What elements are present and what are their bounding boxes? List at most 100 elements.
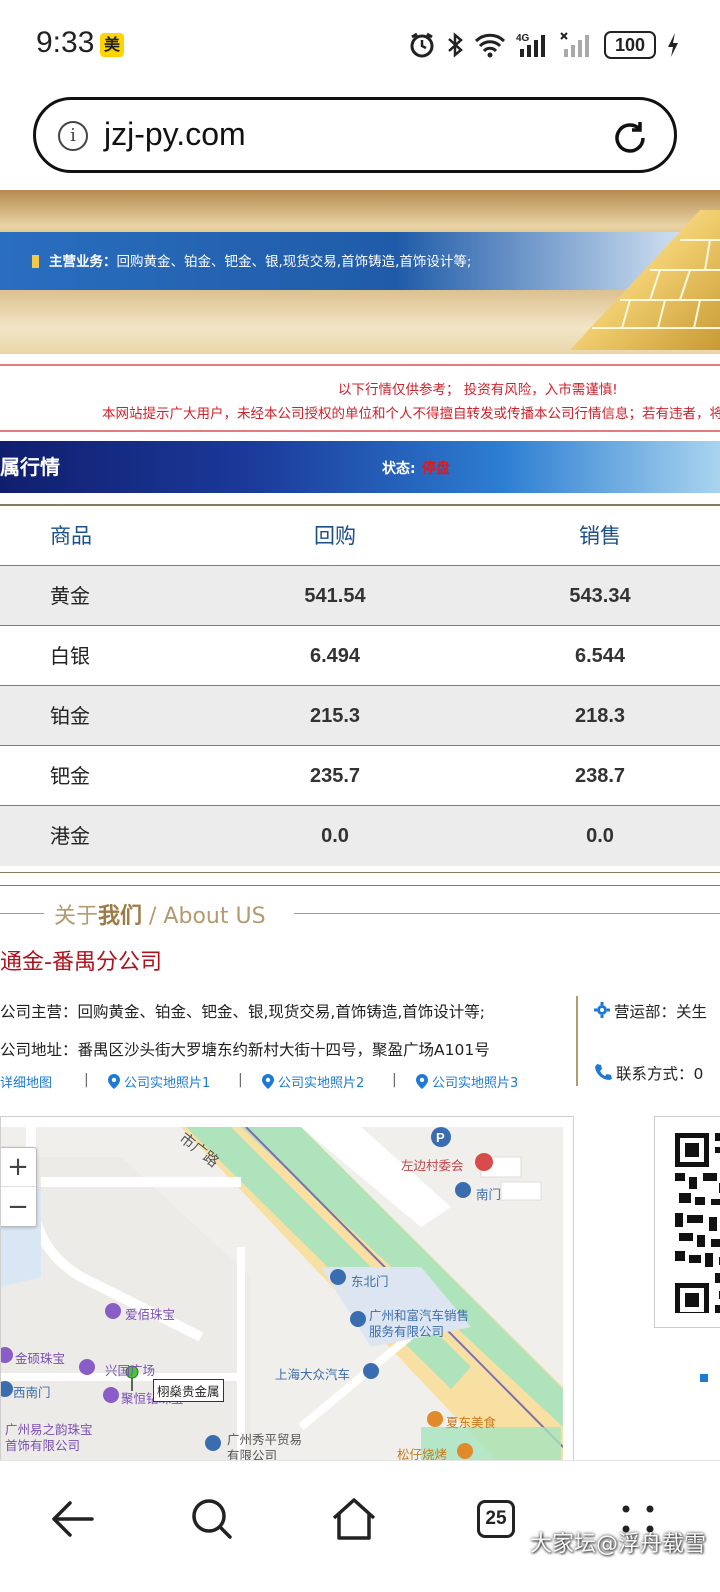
info-divider — [576, 996, 578, 1086]
tab-count[interactable]: 25 — [477, 1500, 515, 1538]
table-row: 钯金 235.7 238.7 — [0, 746, 720, 806]
info-icon[interactable]: i — [58, 121, 88, 151]
reload-icon[interactable] — [610, 118, 650, 162]
header-buyback: 回购 — [314, 524, 356, 548]
table-row: 白银 6.494 6.544 — [0, 626, 720, 686]
risk-notice: 以下行情仅供参考； 投资有风险，入市需谨慎! 本网站提示广大用户，未经本公司授权… — [0, 364, 720, 432]
gold-bars-image — [570, 210, 720, 350]
buy-price: 6.494 — [309, 645, 361, 667]
map-zoom-control: + − — [1, 1147, 37, 1227]
operations-dept: 营运部：关生 — [594, 1000, 707, 1022]
home-button[interactable] — [324, 1489, 384, 1549]
market-header: 属行情 状态: 停盘 — [0, 441, 720, 493]
home-icon — [332, 1498, 376, 1540]
qr-code-panel — [654, 1116, 720, 1328]
forum-watermark: 大家坛@浮舟载雪 — [529, 1532, 706, 1557]
company-address: 公司地址：番禺区沙头街大罗塘东约新村大街十四号，聚盈广场A101号 — [0, 1041, 490, 1059]
cellular-4g-icon: 4G — [516, 31, 550, 59]
banner-text-prefix: 回购 — [116, 254, 144, 270]
table-row: 黄金 541.54 543.34 — [0, 566, 720, 626]
link-separator: | — [238, 1072, 243, 1088]
contact-info: 联系方式：0 — [594, 1062, 703, 1084]
tabs-button[interactable]: 25 — [466, 1489, 526, 1549]
product-name: 钯金 — [50, 764, 90, 788]
about-title-plain: 关于 — [54, 904, 99, 929]
table-footer-divider — [0, 872, 720, 886]
map-poi-label: 金硕珠宝 — [15, 1351, 66, 1366]
status-bar: 9:33 美 4G 100 — [0, 0, 720, 90]
about-divider-left — [0, 913, 44, 914]
contact-label: 联系方式：0 — [616, 1065, 704, 1083]
gear-icon — [594, 1002, 610, 1018]
map-poi-label: 南门 — [476, 1187, 502, 1202]
map-canvas[interactable]: P + − 市广路 左边村委会 南门 东北门 广州和富汽车销售 服务有限公司 爱 — [1, 1127, 563, 1463]
url-text[interactable]: jzj-py.com — [104, 116, 246, 153]
notice-line-2: 本网站提示广大用户，未经本公司授权的单位和个人不得擅自转发或传播本公司行情信息；… — [102, 406, 720, 422]
operations-label: 营运部：关生 — [614, 1003, 708, 1021]
map-poi-label: 兴国广场 — [105, 1363, 156, 1378]
photo-link-1-label[interactable]: 公司实地照片1 — [124, 1072, 210, 1091]
zoom-out-button[interactable]: − — [1, 1188, 36, 1227]
map-poi-label: 上海大众汽车 — [275, 1367, 351, 1382]
about-title-en: / About US — [142, 904, 266, 929]
photo-link-3-label[interactable]: 公司实地照片3 — [432, 1072, 518, 1091]
photo-link-3[interactable]: 公司实地照片3 — [416, 1072, 518, 1091]
search-button[interactable] — [182, 1489, 242, 1549]
location-map[interactable]: P + − 市广路 左边村委会 南门 东北门 广州和富汽车销售 服务有限公司 爱 — [0, 1116, 574, 1464]
svg-text:4G: 4G — [516, 33, 530, 44]
map-poi-label: 服务有限公司 — [369, 1324, 445, 1339]
company-business: 公司主营：回购黄金、铂金、钯金、银,现货交易,首饰铸造,首饰设计等; — [0, 1003, 486, 1021]
link-separator: | — [392, 1072, 397, 1088]
table-row: 铂金 215.3 218.3 — [0, 686, 720, 746]
table-row: 港金 0.0 0.0 — [0, 806, 720, 866]
sell-price: 218.3 — [574, 705, 626, 727]
map-poi-label: 西南门 — [13, 1385, 51, 1400]
back-button[interactable] — [42, 1489, 102, 1549]
bluetooth-icon — [446, 31, 464, 59]
about-divider-right — [294, 913, 720, 914]
product-name: 黄金 — [50, 584, 90, 608]
sell-price: 543.34 — [569, 585, 631, 607]
photo-link-2-label[interactable]: 公司实地照片2 — [278, 1072, 364, 1091]
svg-text:P: P — [436, 1130, 445, 1145]
location-pin-icon — [108, 1074, 120, 1089]
phone-icon — [595, 1064, 612, 1080]
company-name: 通金-番禺分公司 — [0, 950, 162, 975]
back-arrow-icon — [52, 1501, 94, 1537]
location-pin-icon — [262, 1074, 274, 1089]
table-header-row: 商品 回购 销售 — [0, 506, 720, 566]
market-status-label: 状态: — [382, 461, 416, 477]
notice-line-1: 以下行情仅供参考； 投资有风险，入市需谨慎! — [338, 382, 618, 398]
charging-icon — [666, 31, 680, 59]
sell-price: 0.0 — [586, 825, 614, 847]
buy-price: 215.3 — [309, 705, 361, 727]
detail-map-link[interactable]: 详细地图 — [0, 1072, 52, 1091]
banner-business-text: 主营业务：回购黄金、铂金、钯金、银,现货交易,首饰铸造,首饰设计等; — [32, 250, 471, 270]
cellular-nosignal-icon — [560, 31, 594, 59]
buy-price: 541.54 — [304, 585, 366, 607]
photo-link-1[interactable]: 公司实地照片1 — [108, 1072, 210, 1091]
product-name: 港金 — [50, 824, 90, 848]
map-poi-label: 首饰有限公司 — [5, 1438, 81, 1453]
banner-label: 主营业务： — [49, 254, 117, 270]
zoom-in-button[interactable]: + — [1, 1148, 36, 1187]
buy-price: 235.7 — [309, 765, 361, 787]
status-time: 9:33 — [36, 26, 95, 59]
map-poi-label: 左边村委会 — [401, 1158, 464, 1173]
qr-code-image — [675, 1133, 720, 1313]
market-status-value: 停盘 — [422, 461, 450, 477]
header-sell: 销售 — [579, 524, 621, 548]
map-company-marker[interactable]: 栩燊贵金属 — [153, 1379, 224, 1402]
photo-link-2[interactable]: 公司实地照片2 — [262, 1072, 364, 1091]
app-badge: 美 — [100, 33, 124, 57]
price-table: 商品 回购 销售 黄金 541.54 543.34 白银 6.494 6.544… — [0, 504, 720, 866]
wifi-icon — [474, 32, 506, 58]
sell-price: 6.544 — [574, 645, 626, 667]
buy-price: 0.0 — [321, 825, 349, 847]
product-name: 铂金 — [50, 704, 90, 728]
url-bar[interactable]: i jzj-py.com — [33, 97, 677, 173]
alarm-icon — [408, 31, 436, 59]
link-separator: | — [84, 1072, 89, 1088]
battery-icon: 100 — [604, 31, 656, 59]
detail-map-link-label[interactable]: 详细地图 — [0, 1072, 52, 1091]
